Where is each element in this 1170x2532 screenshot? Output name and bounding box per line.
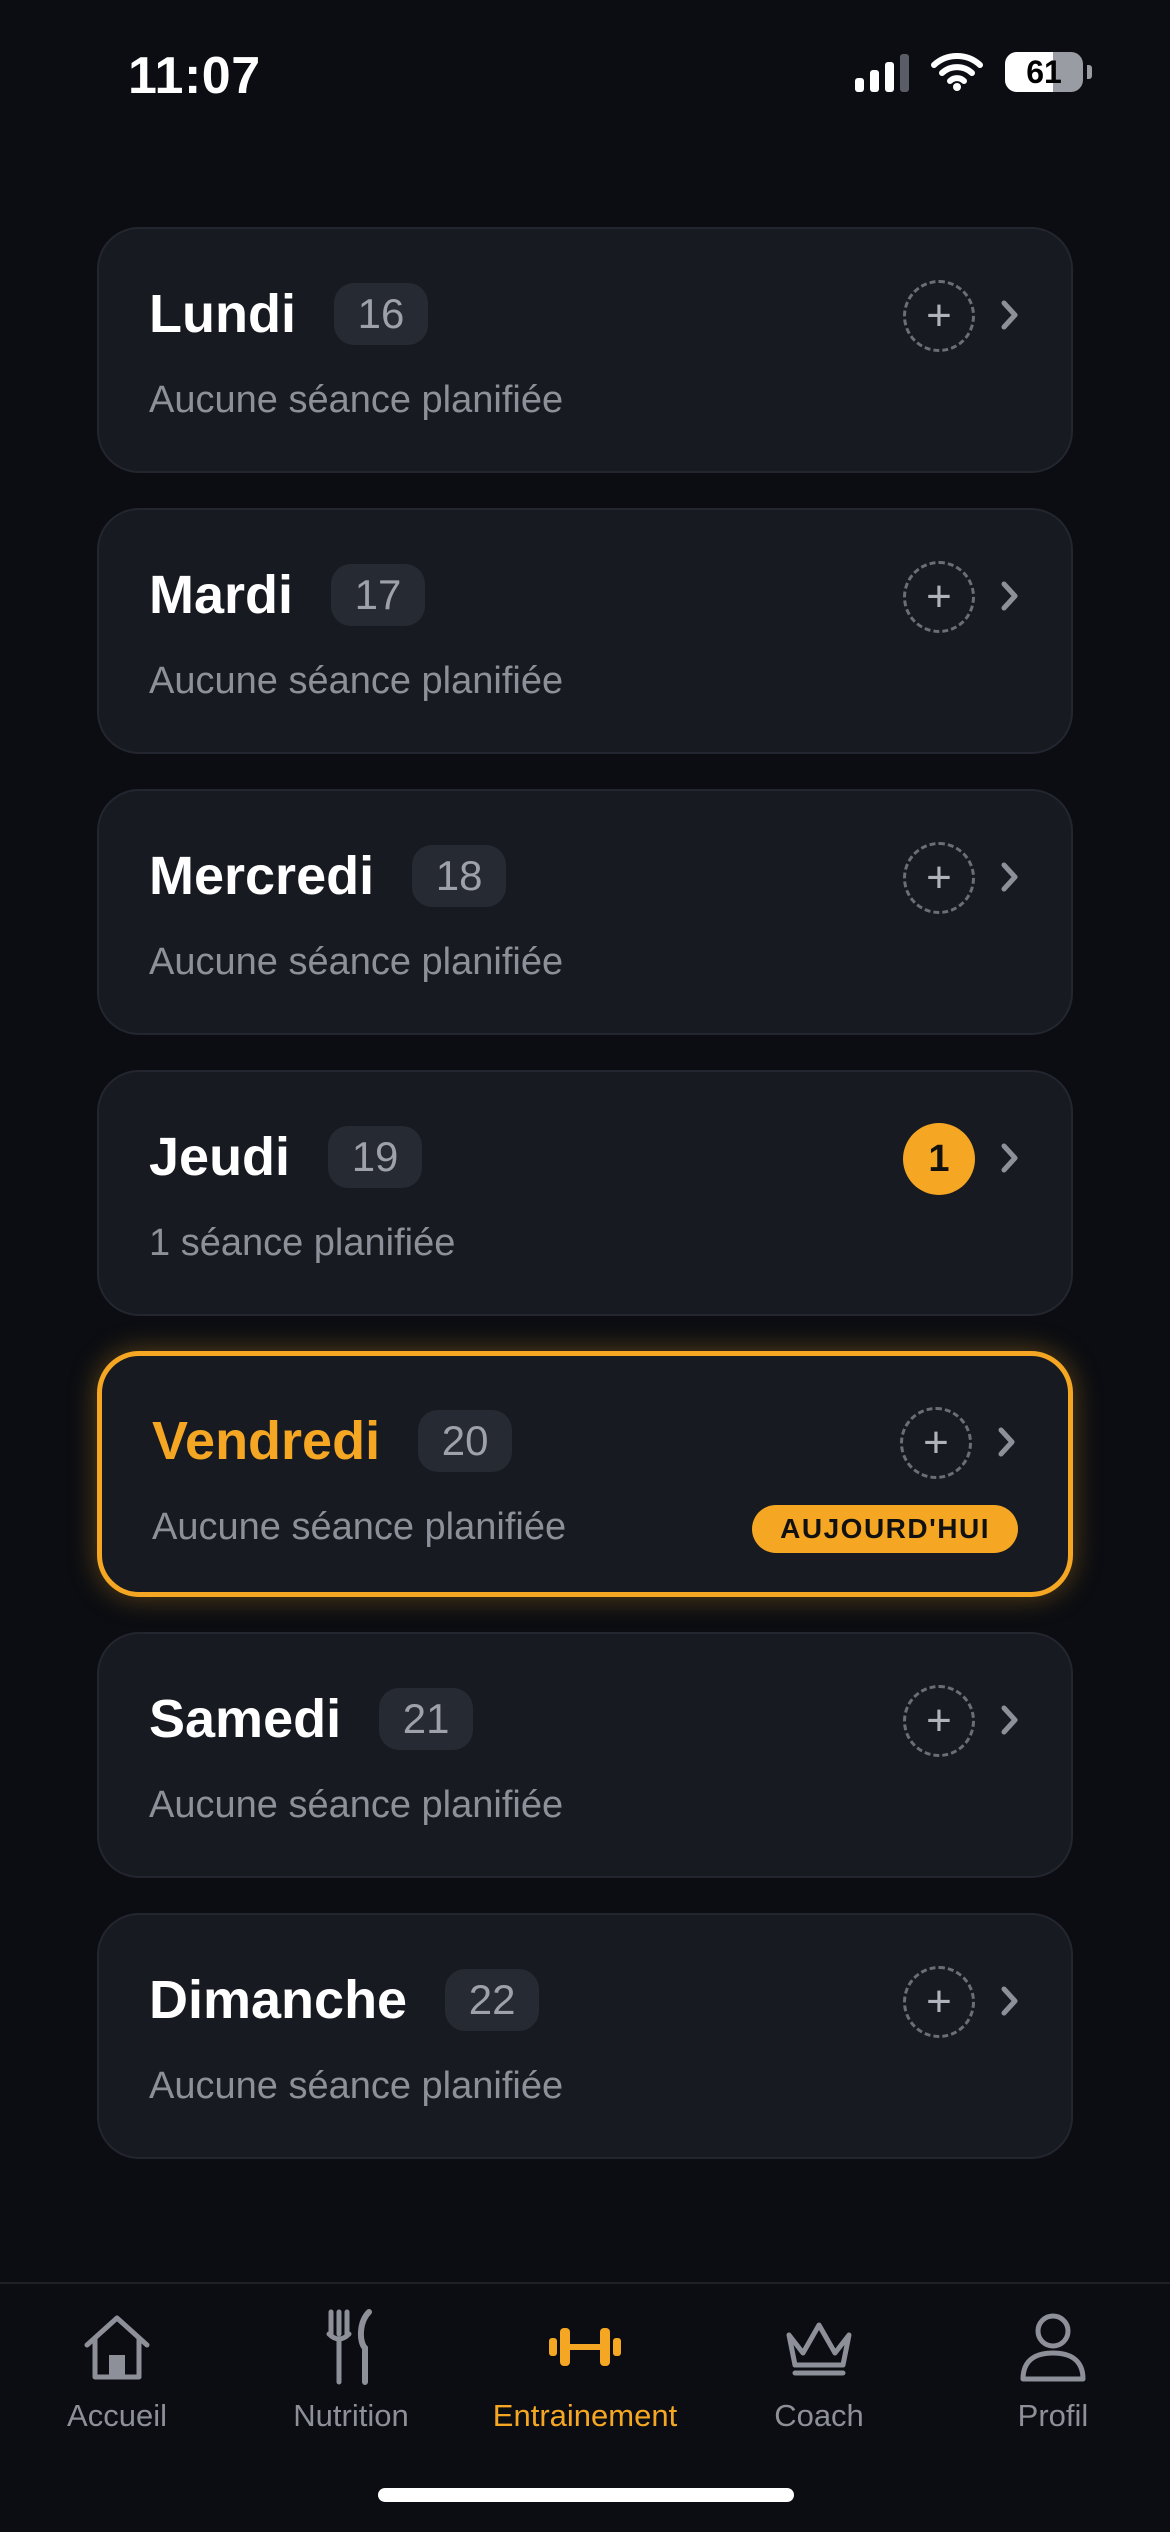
tab-label: Accueil: [67, 2398, 167, 2433]
date-chip: 22: [445, 1969, 540, 2031]
plus-icon: +: [926, 291, 952, 340]
session-status: Aucune séance planifiée: [149, 941, 564, 983]
day-card-dimanche[interactable]: Dimanche 22 Aucune séance planifiée +: [97, 1913, 1073, 2159]
add-session-button[interactable]: +: [903, 1966, 975, 2038]
add-session-button[interactable]: +: [903, 842, 975, 914]
status-time: 11:07: [128, 47, 261, 105]
cellular-signal-icon: [855, 52, 909, 92]
chevron-right-icon: [997, 851, 1023, 903]
chevron-right-icon: [997, 1694, 1023, 1746]
tab-coach[interactable]: Coach: [702, 2306, 936, 2446]
tab-label: Profil: [1017, 2398, 1089, 2433]
plus-icon: +: [923, 1418, 949, 1467]
day-name: Samedi: [149, 1689, 342, 1749]
day-card-samedi[interactable]: Samedi 21 Aucune séance planifiée +: [97, 1632, 1073, 1878]
chevron-right-icon: [997, 1132, 1023, 1184]
day-name: Mardi: [149, 565, 294, 625]
date-chip: 20: [418, 1410, 513, 1472]
date-chip: 21: [379, 1688, 474, 1750]
add-session-button[interactable]: +: [900, 1407, 972, 1479]
today-badge: AUJOURD'HUI: [752, 1505, 1018, 1553]
date-chip: 17: [331, 564, 426, 626]
chevron-right-icon: [994, 1416, 1020, 1468]
person-icon: [1015, 2306, 1091, 2388]
add-session-button[interactable]: +: [903, 561, 975, 633]
session-status: Aucune séance planifiée: [149, 2065, 564, 2107]
session-status: 1 séance planifiée: [149, 1222, 456, 1264]
tab-label: Entrainement: [492, 2398, 678, 2433]
date-chip: 18: [412, 845, 507, 907]
dumbbell-icon: [547, 2306, 623, 2388]
tab-profil[interactable]: Profil: [936, 2306, 1170, 2446]
tab-label: Coach: [774, 2398, 864, 2433]
home-indicator[interactable]: [378, 2488, 794, 2502]
tab-entrainement[interactable]: Entrainement: [468, 2306, 702, 2446]
home-icon: [79, 2306, 155, 2388]
wifi-icon: [931, 53, 983, 91]
session-status: Aucune séance planifiée: [149, 379, 564, 421]
day-name: Mercredi: [149, 846, 375, 906]
day-card-mercredi[interactable]: Mercredi 18 Aucune séance planifiée +: [97, 789, 1073, 1035]
battery-icon: 61: [1005, 52, 1083, 92]
tab-nutrition[interactable]: Nutrition: [234, 2306, 468, 2446]
day-name: Jeudi: [149, 1127, 291, 1187]
chevron-right-icon: [997, 289, 1023, 341]
day-card-mardi[interactable]: Mardi 17 Aucune séance planifiée +: [97, 508, 1073, 754]
plus-icon: +: [926, 1977, 952, 2026]
tab-label: Nutrition: [293, 2398, 409, 2433]
session-status: Aucune séance planifiée: [149, 1784, 564, 1826]
day-name: Dimanche: [149, 1970, 408, 2030]
tab-accueil[interactable]: Accueil: [0, 2306, 234, 2446]
plus-icon: +: [926, 572, 952, 621]
status-bar: 11:07 61: [0, 0, 1170, 150]
date-chip: 19: [328, 1126, 423, 1188]
day-name: Vendredi: [152, 1411, 381, 1471]
chevron-right-icon: [997, 1975, 1023, 2027]
session-status: Aucune séance planifiée: [152, 1506, 567, 1548]
day-card-lundi[interactable]: Lundi 16 Aucune séance planifiée +: [97, 227, 1073, 473]
date-chip: 16: [333, 283, 428, 345]
crown-icon: [781, 2306, 857, 2388]
training-week-screen: 11:07 61 Lundi 16 Aucune séance planifié…: [0, 0, 1170, 2532]
fork-knife-icon: [321, 2306, 381, 2388]
add-session-button[interactable]: +: [903, 280, 975, 352]
day-card-jeudi[interactable]: Jeudi 19 1 séance planifiée 1: [97, 1070, 1073, 1316]
plus-icon: +: [926, 853, 952, 902]
day-name: Lundi: [149, 284, 296, 344]
session-status: Aucune séance planifiée: [149, 660, 564, 702]
session-count-badge: 1: [903, 1123, 975, 1195]
plus-icon: +: [926, 1696, 952, 1745]
battery-tip: [1087, 65, 1092, 79]
day-card-vendredi[interactable]: Vendredi 20 Aucune séance planifiée + AU…: [97, 1351, 1073, 1597]
week-day-list: Lundi 16 Aucune séance planifiée + Mardi…: [97, 227, 1073, 2194]
battery-percent: 61: [1026, 54, 1062, 90]
status-icons: 61: [855, 52, 1092, 92]
chevron-right-icon: [997, 570, 1023, 622]
add-session-button[interactable]: +: [903, 1685, 975, 1757]
